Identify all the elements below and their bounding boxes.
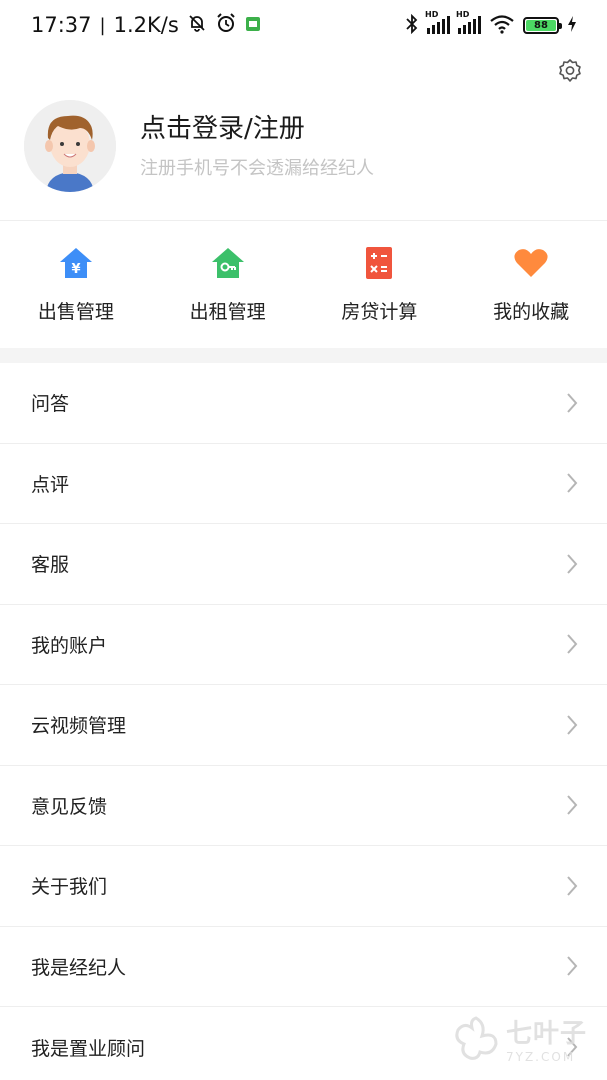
gear-icon (559, 59, 581, 82)
sim1-hd-label: HD (425, 10, 439, 19)
menu-item-label: 我的账户 (31, 634, 108, 657)
menu-list: 问答 点评 客服 我的账户 云视频管理 意见反馈 关于我们 我是经纪人 我是置业… (0, 363, 607, 1080)
watermark-text: 七叶子 7YZ.COM (506, 1013, 587, 1064)
wifi-icon (489, 14, 515, 37)
menu-item-qa[interactable]: 问答 (0, 363, 607, 444)
menu-item-reviews[interactable]: 点评 (0, 444, 607, 524)
chevron-right-icon (565, 392, 579, 414)
leaf-logo-icon (455, 1016, 498, 1060)
menu-item-about-us[interactable]: 关于我们 (0, 846, 607, 927)
app-notification-icon (245, 13, 261, 37)
settings-button[interactable] (555, 56, 585, 86)
menu-item-label: 关于我们 (31, 876, 108, 899)
bell-muted-icon (187, 13, 207, 38)
rent-house-key-icon (208, 243, 248, 283)
menu-item-customer-service[interactable]: 客服 (0, 524, 607, 605)
status-separator: | (99, 14, 106, 36)
chevron-right-icon (565, 553, 579, 575)
chevron-right-icon (565, 633, 579, 655)
signal-sim1-icon: HD (425, 10, 450, 34)
menu-item-label: 我是经纪人 (31, 956, 127, 979)
avatar[interactable] (24, 100, 116, 192)
status-time: 17:37 (31, 13, 92, 37)
status-bar: 17:37 | 1.2K/s HD HD 88 (0, 0, 607, 50)
sale-house-icon: ¥ (56, 243, 96, 283)
watermark-url: 7YZ.COM (506, 1049, 576, 1064)
chevron-right-icon (565, 714, 579, 736)
quick-action-rent-management[interactable]: 出租管理 (152, 221, 304, 348)
quick-actions: ¥ 出售管理 出租管理 房贷计算 我的收藏 (0, 221, 607, 348)
quick-action-label: 出租管理 (189, 301, 266, 323)
profile-header[interactable]: 点击登录/注册 注册手机号不会透漏给经纪人 (0, 96, 607, 220)
menu-item-my-account[interactable]: 我的账户 (0, 605, 607, 685)
login-register-link[interactable]: 点击登录/注册 (140, 108, 305, 145)
menu-item-label: 云视频管理 (31, 715, 127, 738)
quick-action-sale-management[interactable]: ¥ 出售管理 (0, 221, 152, 348)
chevron-right-icon (565, 875, 579, 897)
calculator-icon (359, 243, 399, 283)
status-net-speed: 1.2K/s (113, 13, 179, 37)
status-right: HD HD 88 (405, 10, 577, 37)
quick-action-label: 出售管理 (37, 301, 114, 323)
chevron-right-icon (565, 472, 579, 494)
menu-item-cloud-video[interactable]: 云视频管理 (0, 685, 607, 766)
section-separator (0, 348, 607, 363)
chevron-right-icon (565, 955, 579, 977)
menu-item-label: 我是置业顾问 (31, 1037, 146, 1060)
battery-icon: 88 (523, 16, 562, 34)
heart-icon (511, 243, 551, 283)
status-left: 17:37 | 1.2K/s (31, 12, 261, 39)
quick-action-label: 房贷计算 (341, 301, 418, 323)
default-avatar-icon (24, 100, 116, 192)
menu-item-i-am-agent[interactable]: 我是经纪人 (0, 927, 607, 1007)
menu-item-label: 客服 (31, 554, 70, 577)
menu-item-label: 意见反馈 (31, 795, 108, 818)
menu-item-feedback[interactable]: 意见反馈 (0, 766, 607, 846)
bluetooth-icon (405, 13, 419, 37)
watermark: 七叶子 7YZ.COM (452, 1008, 602, 1068)
quick-action-label: 我的收藏 (493, 301, 570, 323)
menu-item-label: 问答 (31, 393, 70, 416)
signal-sim2-icon: HD (456, 10, 481, 34)
login-privacy-note: 注册手机号不会透漏给经纪人 (140, 158, 374, 179)
battery-level: 88 (526, 19, 556, 31)
sim2-hd-label: HD (456, 10, 470, 19)
quick-action-my-favorites[interactable]: 我的收藏 (455, 221, 607, 348)
watermark-title: 七叶子 (506, 1018, 588, 1049)
quick-action-mortgage-calculator[interactable]: 房贷计算 (304, 221, 456, 348)
charging-icon (567, 15, 577, 35)
chevron-right-icon (565, 794, 579, 816)
svg-text:¥: ¥ (71, 262, 80, 277)
alarm-clock-icon (215, 12, 237, 39)
menu-item-label: 点评 (31, 473, 70, 496)
